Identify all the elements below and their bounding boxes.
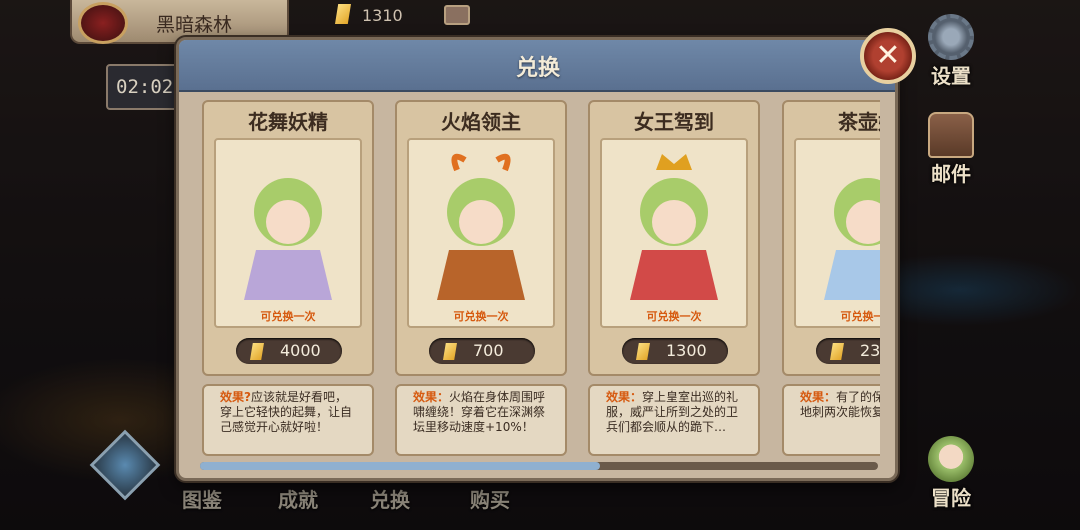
effect-label: 效果： — [606, 390, 643, 404]
outfit-name: 火焰领主 — [441, 110, 521, 134]
crystal-icon — [636, 343, 650, 360]
character-face — [266, 200, 310, 244]
close-button[interactable]: ✕ — [860, 28, 916, 84]
adventure-label: 冒险 — [931, 486, 971, 510]
price-pill[interactable]: 700 — [429, 338, 535, 364]
dialog-title: 兑换 — [516, 56, 561, 81]
character-flame-horns — [451, 153, 511, 172]
mail-button[interactable]: 邮件 — [918, 112, 984, 187]
outfit-character-image — [630, 154, 718, 300]
price-pill[interactable]: 4000 — [236, 338, 342, 364]
mail-label: 邮件 — [931, 162, 971, 186]
hero-portrait-icon — [928, 436, 974, 482]
tab-purchase[interactable]: 购买 — [470, 484, 510, 513]
horizontal-scrollbar-thumb[interactable] — [200, 462, 600, 470]
crystal-icon — [830, 343, 844, 360]
price-value: 4000 — [280, 341, 321, 360]
outfit-character-image — [437, 153, 525, 300]
mail-chest-icon — [928, 112, 974, 158]
outfit-name: 花舞妖精 — [248, 110, 328, 134]
character-face — [652, 200, 696, 244]
exchange-limit: 可兑换一次 — [260, 310, 316, 323]
price-value: 700 — [473, 341, 504, 360]
adventure-button[interactable]: 冒险 — [918, 436, 984, 511]
character-crown — [656, 154, 692, 170]
price-pill[interactable]: 1300 — [622, 338, 728, 364]
exchange-limit: 可兑换一次 — [453, 310, 509, 323]
currency-value: 1310 — [362, 6, 403, 25]
cards-scroll-area[interactable]: 花舞妖精 可兑换一次 4000 效果?应该就是好看吧，穿上它轻快的起舞，让自己感… — [190, 96, 880, 456]
exchange-limit: 可兑换一次 — [840, 310, 881, 323]
outfit-card[interactable]: 女王驾到 可兑换一次 1300 效果：穿上皇室出巡的礼服，威严让所到之处的卫兵们… — [588, 100, 760, 456]
tab-encyclopedia[interactable]: 图鉴 — [182, 484, 222, 513]
effect-description: 效果：火焰在身体周围呼啸缠绕！穿着它在深渊祭坛里移动速度+10%！ — [395, 384, 567, 456]
price-value: 1300 — [666, 341, 707, 360]
location-emblem-icon — [78, 2, 128, 44]
effect-label: 效果? — [220, 390, 251, 404]
tab-exchange[interactable]: 兑换 — [370, 484, 410, 513]
effect-label: 效果： — [800, 390, 837, 404]
settings-label: 设置 — [931, 64, 971, 88]
gear-icon — [928, 14, 974, 60]
effect-description: 效果：穿上皇室出巡的礼服，威严让所到之处的卫兵们都会顺从的跪下… — [588, 384, 760, 456]
character-outfit — [244, 250, 332, 300]
price-pill[interactable]: 23 — [816, 338, 880, 364]
outfit-portrait: 可兑换一次 — [794, 138, 880, 328]
character-outfit — [824, 250, 880, 300]
crystal-icon — [250, 343, 264, 360]
outfit-card[interactable]: 茶壶妖 可兑换一次 23 效果：有了的保护，能和地刺两次能恢复哦！ — [782, 100, 880, 456]
effect-description: 效果：有了的保护，能和地刺两次能恢复哦！ — [782, 384, 880, 456]
character-outfit — [437, 250, 525, 300]
price-value: 23 — [860, 341, 880, 360]
character-outfit — [630, 250, 718, 300]
character-face — [459, 200, 503, 244]
tab-achievements[interactable]: 成就 — [278, 484, 318, 513]
outfit-portrait: 可兑换一次 — [407, 138, 555, 328]
outfit-card[interactable]: 花舞妖精 可兑换一次 4000 效果?应该就是好看吧，穿上它轻快的起舞，让自己感… — [202, 100, 374, 456]
outfit-name: 茶壶妖 — [838, 110, 880, 134]
outfit-portrait: 可兑换一次 — [214, 138, 362, 328]
exchange-limit: 可兑换一次 — [646, 310, 702, 323]
close-icon: ✕ — [875, 38, 901, 73]
outfit-card[interactable]: 火焰领主 可兑换一次 700 效果：火焰在身体周围呼啸缠绕！穿着它在深渊祭坛里移… — [395, 100, 567, 456]
outfit-character-image — [244, 178, 332, 300]
settings-button[interactable]: 设置 — [918, 14, 984, 89]
effect-description: 效果?应该就是好看吧，穿上它轻快的起舞，让自己感觉开心就好啦！ — [202, 384, 374, 456]
outfit-character-image — [824, 178, 880, 300]
outfit-portrait: 可兑换一次 — [600, 138, 748, 328]
camera-icon[interactable] — [444, 5, 470, 25]
location-name: 黑暗森林 — [156, 14, 233, 36]
crystal-icon — [443, 343, 457, 360]
outfit-name: 女王驾到 — [634, 110, 714, 134]
effect-label: 效果： — [413, 390, 450, 404]
